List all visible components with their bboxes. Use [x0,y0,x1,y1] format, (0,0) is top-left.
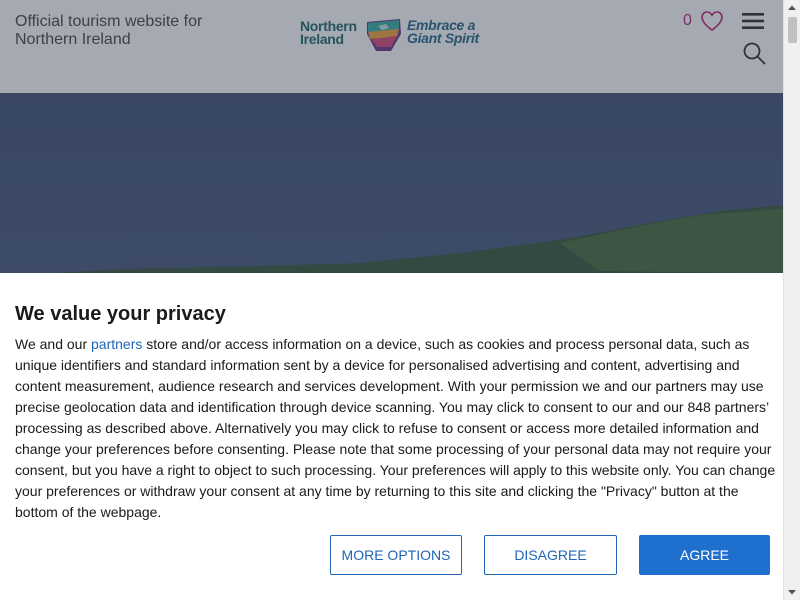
vertical-scrollbar[interactable] [783,0,800,600]
consent-body: We and our partners store and/or access … [15,334,777,523]
more-options-button[interactable]: MORE OPTIONS [330,535,462,575]
scrollbar-thumb[interactable] [788,17,797,43]
privacy-consent-dialog: We value your privacy We and our partner… [0,273,783,600]
page: Official tourism website for Northern Ir… [0,0,783,600]
scroll-down-arrow-icon[interactable] [784,584,800,600]
consent-body-intro: We and our [15,336,92,352]
scroll-up-arrow-icon[interactable] [784,0,800,16]
agree-button[interactable]: AGREE [639,535,770,575]
partners-link[interactable]: partners [91,336,142,352]
consent-title: We value your privacy [15,303,226,325]
disagree-button[interactable]: DISAGREE [484,535,617,575]
consent-body-text: store and/or access information on a dev… [15,336,776,520]
